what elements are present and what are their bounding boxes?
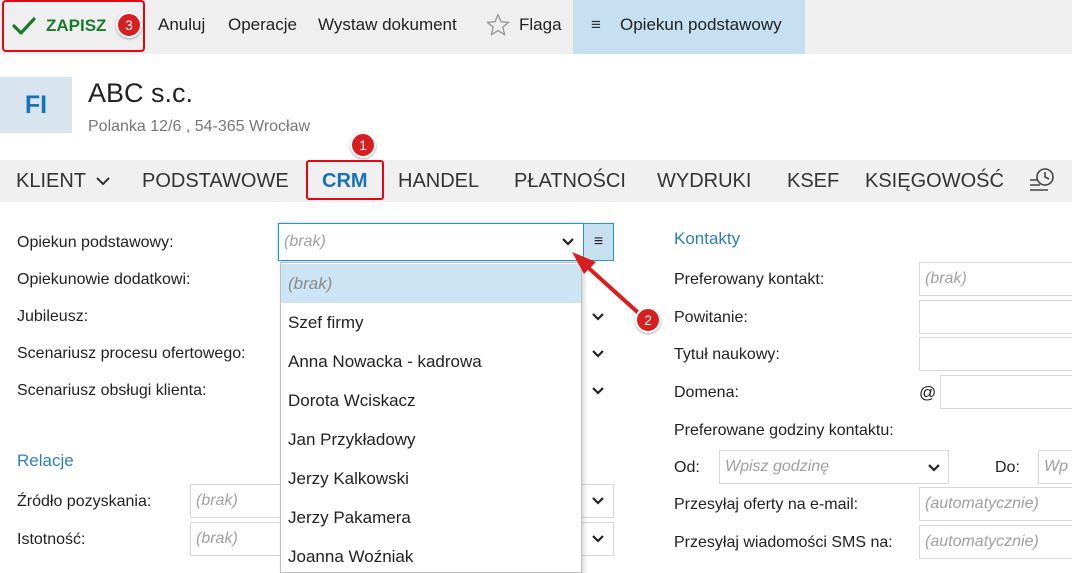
chevron-down-icon[interactable] (591, 349, 605, 359)
issue-document-button[interactable]: Wystaw dokument (318, 0, 457, 50)
offers-email-select[interactable]: (automatycznie) (919, 487, 1072, 521)
relations-title: Relacje (17, 451, 74, 470)
dropdown-option[interactable]: Szef firmy (281, 303, 581, 342)
tab-wydruki[interactable]: WYDRUKI (657, 160, 751, 202)
importance-label: Istotność: (17, 531, 86, 548)
annotation-badge-2: 2 (635, 307, 661, 333)
checkmark-icon (12, 16, 36, 41)
company-address: Polanka 12/6 , 54-365 Wrocław (88, 118, 311, 135)
cancel-button[interactable]: Anuluj (158, 0, 205, 50)
source-label: Źródło pozyskania: (17, 493, 152, 510)
tab-crm[interactable]: CRM (322, 160, 368, 202)
dropdown-option[interactable]: Anna Nowacka - kadrowa (281, 342, 581, 381)
importance-value: (brak) (196, 530, 238, 547)
star-icon[interactable] (485, 12, 511, 43)
primary-caretaker-select[interactable]: (brak) (278, 223, 584, 261)
tab-klient[interactable]: KLIENT (16, 160, 111, 202)
offers-email-label: Przesyłaj oferty na e-mail: (674, 496, 859, 513)
dropdown-option[interactable]: Jerzy Kalkowski (281, 459, 581, 498)
to-label: Do: (995, 459, 1020, 476)
contacts-title: Kontakty (674, 229, 741, 248)
caretaker-dropdown-list: (brak) Szef firmy Anna Nowacka - kadrowa… (280, 262, 582, 573)
avatar: FI (0, 77, 72, 133)
preferred-contact-select[interactable]: (brak) (919, 262, 1072, 296)
from-hour-select[interactable]: Wpisz godzinę (719, 450, 949, 484)
domain-label: Domena: (674, 384, 739, 401)
primary-caretaker-button[interactable]: ≡ Opiekun podstawowy (573, 0, 805, 54)
source-value: (brak) (196, 492, 238, 509)
service-scenario-label: Scenariusz obsługi klienta: (17, 382, 207, 399)
chevron-down-icon (592, 535, 604, 543)
primary-caretaker-button-label: Opiekun podstawowy (620, 15, 782, 34)
greeting-input[interactable] (919, 300, 1072, 334)
history-icon[interactable] (1028, 166, 1056, 199)
sms-label: Przesyłaj wiadomości SMS na: (674, 534, 893, 551)
company-name: ABC s.c. (88, 78, 194, 108)
preferred-contact-label: Preferowany kontakt: (674, 271, 825, 288)
chevron-down-icon (928, 464, 940, 472)
offer-process-label: Scenariusz procesu ofertowego: (17, 345, 246, 362)
greeting-label: Powitanie: (674, 309, 748, 326)
annotation-badge-3: 3 (116, 12, 142, 38)
preferred-contact-value: (brak) (925, 270, 967, 287)
flag-button[interactable]: Flaga (519, 0, 562, 50)
sms-select[interactable]: (automatycznie) (919, 525, 1072, 559)
dropdown-option[interactable]: Dorota Wciskacz (281, 381, 581, 420)
academic-title-label: Tytuł naukowy: (674, 346, 780, 363)
menu-icon: ≡ (591, 15, 601, 34)
dropdown-option[interactable]: (brak) (281, 264, 581, 303)
tab-ksef[interactable]: KSEF (787, 160, 839, 202)
tab-handel[interactable]: HANDEL (398, 160, 479, 202)
dropdown-option[interactable]: Jerzy Pakamera (281, 498, 581, 537)
sms-value: (automatycznie) (925, 533, 1039, 550)
annotation-badge-1: 1 (350, 132, 376, 158)
to-hour-placeholder: Wp (1044, 458, 1068, 475)
from-hour-placeholder: Wpisz godzinę (725, 458, 830, 475)
primary-caretaker-value: (brak) (284, 233, 326, 250)
tab-klient-label: KLIENT (16, 170, 86, 192)
anniversary-label: Jubileusz: (17, 308, 89, 325)
offers-email-value: (automatycznie) (925, 495, 1039, 512)
dropdown-option[interactable]: Joanna Woźniak (281, 537, 581, 572)
chevron-down-icon (592, 497, 604, 505)
domain-input[interactable] (940, 375, 1072, 409)
dropdown-option[interactable]: Jan Przykładowy (281, 420, 581, 459)
preferred-hours-label: Preferowane godziny kontaktu: (674, 422, 894, 439)
domain-at-sign: @ (919, 383, 937, 402)
tab-ksiegowosc[interactable]: KSIĘGOWOŚĆ (865, 160, 1004, 202)
tab-podstawowe[interactable]: PODSTAWOWE (142, 160, 289, 202)
academic-title-input[interactable] (919, 337, 1072, 371)
primary-caretaker-label: Opiekun podstawowy: (17, 234, 174, 251)
chevron-down-icon (96, 177, 110, 186)
from-label: Od: (674, 459, 700, 476)
tab-platnosci[interactable]: PŁATNOŚCI (514, 160, 626, 202)
chevron-down-icon[interactable] (591, 386, 605, 396)
to-hour-select[interactable]: Wp (1038, 450, 1072, 484)
additional-caretakers-label: Opiekunowie dodatkowi: (17, 271, 191, 288)
operations-menu[interactable]: Operacje (228, 0, 297, 50)
save-label: ZAPISZ (46, 16, 107, 35)
